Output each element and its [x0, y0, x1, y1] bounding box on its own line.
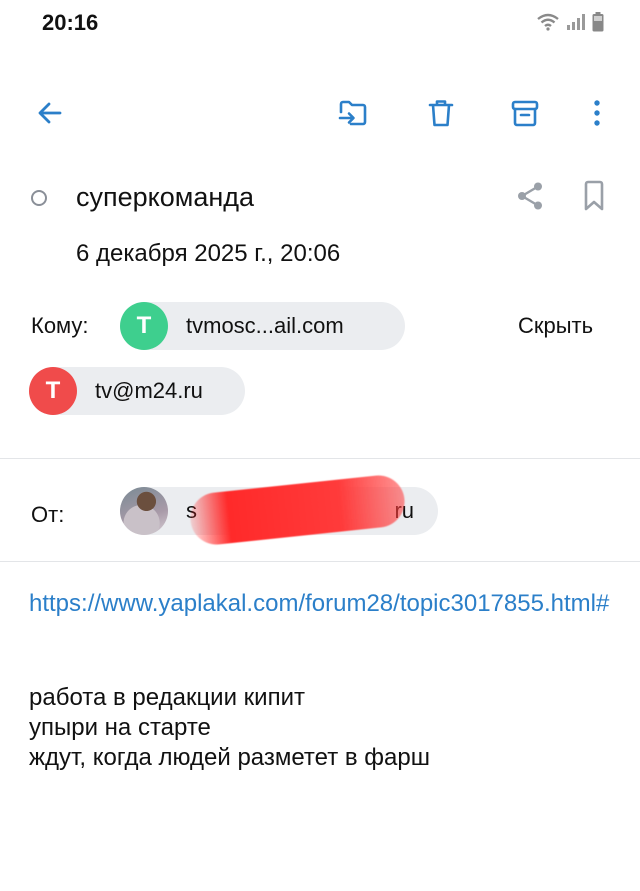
message-date: 6 декабря 2025 г., 20:06 — [76, 240, 341, 267]
redaction-mark — [187, 472, 408, 548]
body-line: работа в редакции кипит — [29, 684, 305, 711]
bookmark-button[interactable] — [574, 176, 614, 216]
message-body: работа в редакции кипит упыри на старте … — [29, 683, 619, 773]
body-line: ждут, когда людей разметет в фарш — [29, 744, 430, 771]
wifi-icon — [537, 13, 559, 31]
status-icons — [536, 12, 604, 32]
archive-icon — [511, 100, 539, 127]
recipient-address: tvmosc...ail.com — [186, 313, 344, 338]
recipient-address: tv@m24.ru — [95, 378, 203, 403]
recipient-chip[interactable]: T tvmosc...ail.com — [120, 302, 405, 350]
more-button[interactable] — [577, 93, 617, 133]
signal-icon — [567, 14, 585, 30]
bookmark-icon — [584, 180, 604, 211]
trash-icon — [428, 100, 454, 127]
delete-button[interactable] — [421, 93, 461, 133]
subject-row: суперкоманда — [0, 170, 640, 230]
sender-avatar — [120, 487, 168, 535]
to-label: Кому: — [31, 313, 89, 338]
recipient-avatar: T — [29, 367, 77, 415]
recipient-chip[interactable]: T tv@m24.ru — [29, 367, 245, 415]
battery-icon — [592, 12, 604, 32]
body-line: упыри на старте — [29, 714, 211, 741]
status-time: 20:16 — [42, 10, 99, 35]
divider — [0, 561, 640, 562]
share-icon — [518, 182, 542, 210]
from-label: От: — [31, 502, 65, 527]
unread-toggle[interactable] — [31, 190, 47, 206]
arrow-left-icon — [38, 102, 62, 124]
divider — [0, 458, 640, 459]
move-button[interactable] — [333, 93, 373, 133]
status-bar: 20:16 — [0, 0, 640, 48]
hide-recipients-link[interactable]: Скрыть — [518, 313, 593, 339]
message-toolbar — [0, 85, 640, 141]
share-button[interactable] — [510, 176, 550, 216]
recipient-avatar: T — [120, 302, 168, 350]
archive-button[interactable] — [505, 93, 545, 133]
message-link[interactable]: https://www.yaplakal.com/forum28/topic30… — [29, 589, 619, 619]
move-to-folder-icon — [338, 100, 367, 126]
back-button[interactable] — [30, 93, 70, 133]
more-vertical-icon — [594, 100, 600, 126]
message-subject: суперкоманда — [76, 182, 255, 212]
